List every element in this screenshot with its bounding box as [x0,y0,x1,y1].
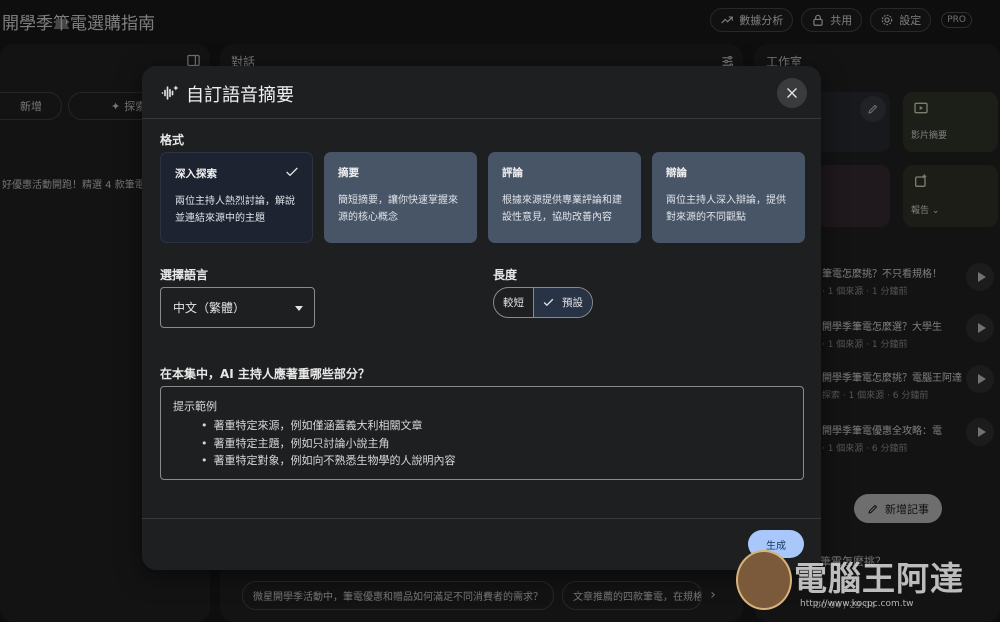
format-name: 評論 [502,167,523,179]
format-option-critique[interactable]: 評論 根據來源提供專業評論和建設性意見，協助改善內容 [488,152,641,243]
prompt-example: 著重特定主題，例如只討論小說主角 [201,435,791,453]
format-description: 簡短摘要，讓你快速掌握來源的核心概念 [338,195,458,223]
length-option-default[interactable]: 預設 [534,288,592,317]
prompt-placeholder-list: 著重特定來源，例如僅涵蓋義大利相關文章 著重特定主題，例如只討論小說主角 著重特… [201,417,791,470]
language-value: 中文（繁體） [173,301,246,315]
format-name: 摘要 [338,167,359,179]
dropdown-caret-icon [295,306,303,311]
mascot-logo [736,550,792,610]
format-option-brief[interactable]: 摘要 簡短摘要，讓你快速掌握來源的核心概念 [324,152,477,243]
length-short-label: 較短 [503,297,524,309]
custom-audio-overview-dialog: 自訂語音摘要 格式 深入探索 兩位主持人熱烈討論，解說並連結來源中的主題 摘要 … [142,66,821,570]
format-label: 格式 [160,133,185,147]
format-description: 根據來源提供專業評論和建設性意見，協助改善內容 [502,195,622,223]
format-option-deep-dive[interactable]: 深入探索 兩位主持人熱烈討論，解說並連結來源中的主題 [160,152,313,243]
language-label: 選擇語言 [160,268,209,282]
dialog-header: 自訂語音摘要 [142,66,821,119]
language-select[interactable]: 中文（繁體） [160,287,315,328]
format-description: 兩位主持人熱烈討論，解說並連結來源中的主題 [175,196,295,224]
close-button[interactable] [777,78,807,108]
format-option-debate[interactable]: 辯論 兩位主持人深入辯論，提供對來源的不同觀點 [652,152,805,243]
focus-label: 在本集中，AI 主持人應著重哪些部分？ [160,367,370,381]
prompt-placeholder-heading: 提示範例 [173,400,217,413]
dialog-title: 自訂語音摘要 [186,85,294,106]
check-icon [286,167,298,177]
format-name: 深入探索 [175,168,217,180]
watermark-text: 電腦王阿達 [794,559,964,598]
audio-waveform-icon [161,85,179,100]
prompt-example: 著重特定對象，例如向不熟悉生物學的人說明內容 [201,452,791,470]
length-option-short[interactable]: 較短 [494,288,534,317]
check-icon [543,298,554,307]
watermark: 電腦王阿達 http://www.kocpc.com.tw [736,544,998,620]
length-toggle: 較短 預設 [493,287,593,318]
format-name: 辯論 [666,167,687,179]
length-default-label: 預設 [562,297,583,309]
close-icon [787,88,797,98]
footer-divider [142,518,821,519]
focus-textarea[interactable]: 提示範例 著重特定來源，例如僅涵蓋義大利相關文章 著重特定主題，例如只討論小說主… [160,386,804,480]
prompt-example: 著重特定來源，例如僅涵蓋義大利相關文章 [201,417,791,435]
watermark-url: http://www.kocpc.com.tw [800,599,914,609]
format-description: 兩位主持人深入辯論，提供對來源的不同觀點 [666,195,786,223]
length-label: 長度 [493,268,518,282]
